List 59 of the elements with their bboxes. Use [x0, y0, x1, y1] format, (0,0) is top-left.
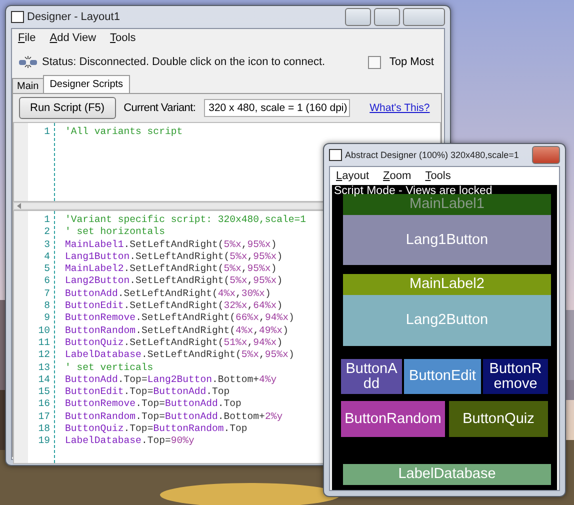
line-number: 7 — [43, 288, 51, 300]
line-number: 3 — [43, 238, 51, 251]
code-line: ButtonQuiz.Top=ButtonRandom.Top — [65, 423, 248, 436]
line-number: 19 — [37, 435, 51, 448]
checkbox-label: Top Most — [389, 56, 434, 68]
line-number: 6 — [43, 275, 51, 288]
code-line: ' set horizontals — [65, 226, 166, 239]
code-line: 'All variants script — [65, 126, 183, 138]
code-line: ButtonRemove.SetLeftAndRight(66%x,94%x) — [65, 312, 296, 325]
menu-item[interactable]: Layout — [336, 170, 370, 182]
line-number: 18 — [37, 423, 51, 436]
code-line: ButtonRandom.Top=ButtonAdd.Bottom+2%y — [65, 410, 284, 424]
variant-label: Current Variant: — [124, 102, 196, 114]
tab[interactable]: Main — [12, 78, 44, 93]
code-line: ButtonEdit.SetLeftAndRight(32%x,64%x) — [65, 300, 284, 312]
line-number: 16 — [37, 398, 51, 411]
line-number: 1 — [43, 126, 51, 138]
code-line: Lang1Button.SetLeftAndRight(5%x,95%x) — [65, 250, 284, 264]
menu-item[interactable]: Zoom — [383, 170, 412, 182]
window-title: Designer - Layout1 — [27, 11, 121, 23]
line-number: 13 — [37, 362, 51, 374]
line-number: 1 — [43, 214, 51, 226]
line-number: 10 — [37, 324, 51, 337]
code-line: ButtonAdd.Top=Lang2Button.Bottom+4%y — [65, 374, 278, 386]
layout-view[interactable]: ButtonQuiz — [449, 401, 548, 437]
layout-view[interactable]: ButtonAdd — [341, 359, 402, 394]
line-number: 5 — [43, 263, 51, 276]
status-text: Status: Disconnected. Double click on the icon to connect. — [42, 56, 326, 68]
code-line: LabelDatabase.SetLeftAndRight(5%x,95%x) — [65, 349, 296, 362]
code-line: 'Variant specific script: 320x480,scale=1 — [65, 214, 306, 226]
code-line: ButtonRemove.Top=ButtonAdd.Top — [65, 398, 242, 411]
code-line: ' set verticals — [65, 362, 154, 374]
code-line: MainLabel1.SetLeftAndRight(5%x,95%x) — [65, 238, 278, 251]
line-number: 9 — [43, 312, 51, 325]
variant-dropdown[interactable]: 320 x 480, scale = 1 (160 dpi) — [204, 99, 350, 117]
code-line: ButtonRandom.SetLeftAndRight(4%x,49%x) — [65, 324, 290, 337]
code-line: ButtonQuiz.SetLeftAndRight(51%x,94%x) — [65, 336, 284, 350]
line-number: 2 — [43, 226, 51, 239]
menu-item[interactable]: File — [18, 32, 36, 44]
line-number: 14 — [37, 374, 51, 386]
code-line: MainLabel2.SetLeftAndRight(5%x,95%x) — [65, 263, 278, 276]
code-line: LabelDatabase.Top=90%y — [65, 435, 196, 448]
line-number: 15 — [37, 386, 51, 398]
help-link[interactable]: What's This? — [370, 102, 430, 114]
tab[interactable]: Designer Scripts — [42, 75, 130, 93]
line-number: 17 — [37, 410, 51, 424]
run-script-button[interactable]: Run Script (F5) — [19, 97, 116, 119]
menu-item[interactable]: Add View — [50, 32, 96, 44]
layout-view[interactable]: ButtonRemove — [483, 359, 548, 394]
menu-item[interactable]: Tools — [110, 32, 136, 44]
layout-view[interactable]: ButtonEdit — [404, 359, 481, 394]
code-line: ButtonAdd.SetLeftAndRight(4%x,30%x) — [65, 288, 272, 300]
line-number: 11 — [37, 336, 51, 350]
line-number: 8 — [43, 300, 51, 312]
line-number: 4 — [43, 250, 51, 264]
code-line: ButtonEdit.Top=ButtonAdd.Top — [65, 386, 231, 398]
layout-view[interactable]: ButtonRandom — [341, 401, 445, 437]
line-number: 12 — [37, 349, 51, 362]
code-line: Lang2Button.SetLeftAndRight(5%x,95%x) — [65, 275, 284, 288]
